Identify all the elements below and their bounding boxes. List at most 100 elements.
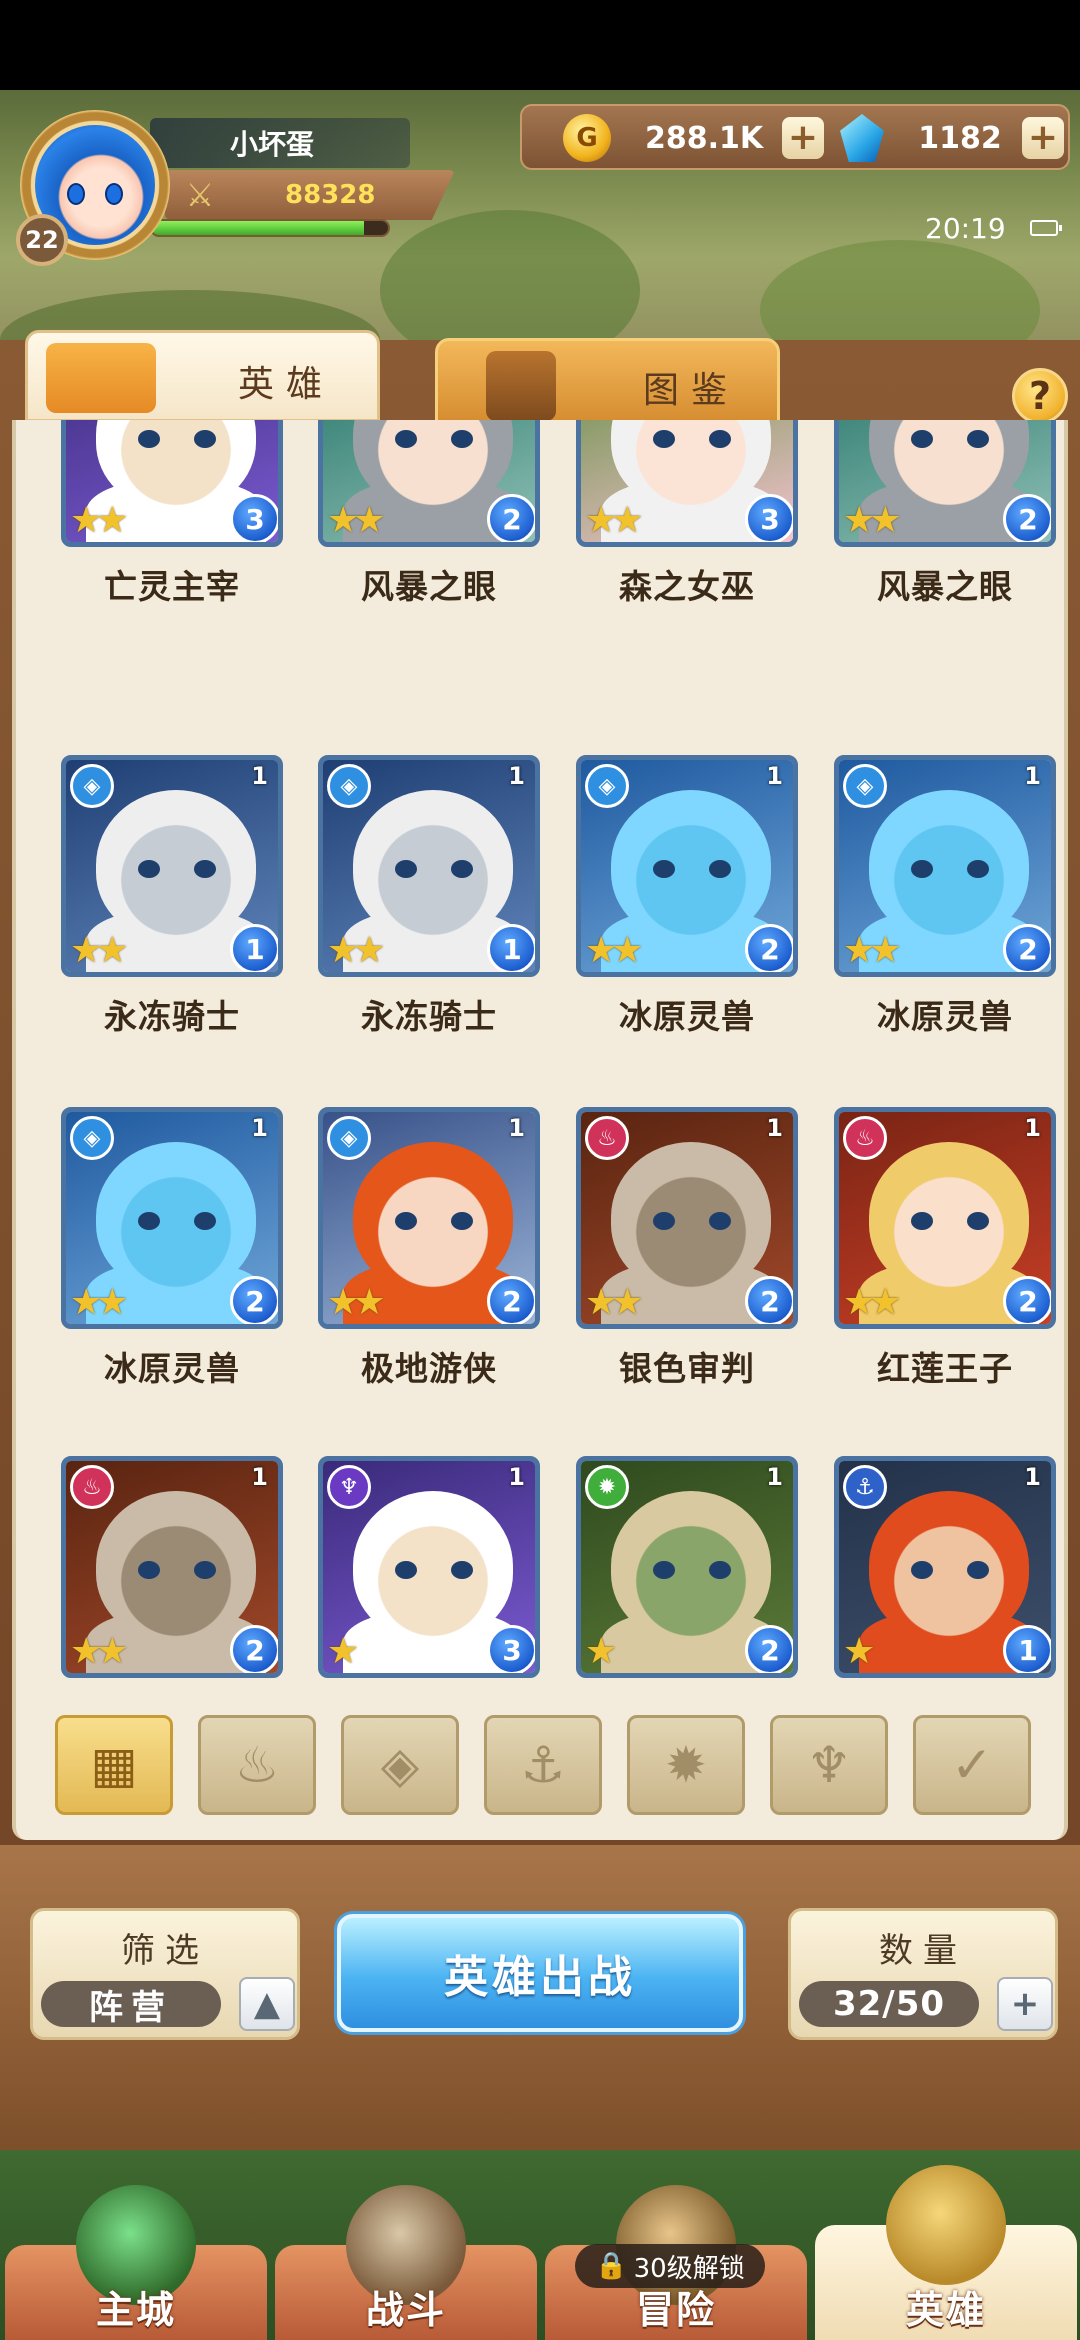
hero-name: 风暴之眼: [361, 567, 497, 606]
hero-card[interactable]: ♨ 1 ★★ 2: [61, 1456, 283, 1678]
hero-rank: 1: [1024, 1114, 1041, 1142]
hero-eye: [194, 430, 216, 448]
hero-portrait-head: [869, 790, 1029, 940]
hero-level-badge: 2: [230, 1625, 278, 1673]
hero-card[interactable]: ✹ 1 ★ 2: [576, 1456, 798, 1678]
deploy-heroes-button[interactable]: 英雄出战: [337, 1914, 743, 2032]
hero-eye: [395, 1212, 417, 1230]
hero-rank: 1: [1024, 1463, 1041, 1491]
faction-icon: ♆: [327, 1465, 371, 1509]
filter-value[interactable]: 阵营: [41, 1981, 221, 2028]
help-button[interactable]: ?: [1012, 368, 1068, 424]
hero-eye: [138, 1561, 160, 1579]
star-rating: ★★: [70, 1631, 128, 1672]
nav-label: 英雄: [905, 2288, 986, 2332]
star-rating: ★★: [327, 1282, 385, 1323]
hero-level-badge: 2: [745, 924, 793, 972]
hero-portrait-head: [869, 1142, 1029, 1292]
hero-name: 亡灵主宰: [104, 567, 240, 606]
filter-title: 筛选: [121, 1931, 209, 1971]
faction-icon: ◈: [70, 764, 114, 808]
tab-heroes[interactable]: 英雄: [25, 330, 380, 422]
battery-icon: [1030, 220, 1062, 236]
add-capacity-button[interactable]: +: [997, 1977, 1053, 2031]
add-gold-button[interactable]: +: [782, 117, 824, 159]
hero-card[interactable]: ♨ 1 ★★ 2: [834, 1107, 1056, 1329]
nav-item-heroes[interactable]: 英雄: [815, 2165, 1077, 2340]
hero-card[interactable]: ◈ 1 ★★ 2: [576, 755, 798, 977]
hero-level-badge: 3: [487, 1625, 535, 1673]
flame-faction-icon[interactable]: ♨: [198, 1715, 316, 1815]
hero-card[interactable]: ◈ 1 ★★ 2: [834, 755, 1056, 977]
hero-name: 冰原灵兽: [619, 997, 755, 1036]
player-level-badge: 22: [16, 214, 68, 266]
hero-portrait-head: [353, 790, 513, 940]
chevron-up-icon[interactable]: ▲: [239, 1977, 295, 2031]
hero-eye: [653, 860, 675, 878]
hero-eye: [911, 860, 933, 878]
ice-faction-icon[interactable]: ◈: [341, 1715, 459, 1815]
nav-item-main-city[interactable]: 主城: [5, 2185, 267, 2340]
horned-faction-icon[interactable]: ♆: [770, 1715, 888, 1815]
star-rating: ★★: [70, 500, 128, 541]
hero-level-badge: 2: [1003, 924, 1051, 972]
hero-portrait-head: [611, 790, 771, 940]
hero-eye: [451, 860, 473, 878]
clock: 20:19: [925, 211, 1006, 245]
hero-card[interactable]: ⚓ 1 ★ 1: [834, 1456, 1056, 1678]
power-value: 88328: [285, 180, 376, 210]
faction-icon: ◈: [70, 1116, 114, 1160]
faction-icon: ◈: [327, 1116, 371, 1160]
anchor-faction-icon[interactable]: ⚓: [484, 1715, 602, 1815]
hero-card[interactable]: ◈ 1 ★★ 1: [318, 755, 540, 977]
hero-level-badge: 2: [1003, 494, 1051, 542]
hero-count-value: 32/50: [799, 1981, 979, 2027]
hero-card[interactable]: ✹ 1 ★★ 3: [576, 420, 798, 547]
hero-card[interactable]: ◈ 1 ★★ 1: [61, 755, 283, 977]
hero-card[interactable]: ♨ 1 ★★ 2: [576, 1107, 798, 1329]
tab-codex[interactable]: 图鉴: [435, 338, 780, 430]
hero-eye: [138, 1212, 160, 1230]
grid-icon[interactable]: ▦: [55, 1715, 173, 1815]
status-bar: [0, 0, 1080, 90]
hero-card[interactable]: ✹ 1 ★★ 2: [318, 420, 540, 547]
gem-value: 1182: [918, 120, 1002, 156]
hero-eye: [709, 1212, 731, 1230]
hero-card[interactable]: ♆ 1 ★★ 3: [61, 420, 283, 547]
star-rating: ★★: [585, 930, 643, 971]
faction-icon: ◈: [585, 764, 629, 808]
wing-faction-icon[interactable]: ✓: [913, 1715, 1031, 1815]
hero-eye: [194, 860, 216, 878]
star-rating: ★: [327, 1631, 359, 1672]
star-rating: ★★: [327, 500, 385, 541]
hero-level-badge: 2: [487, 1276, 535, 1324]
star-rating: ★★: [327, 930, 385, 971]
nav-label: 主城: [95, 2288, 176, 2332]
add-gems-button[interactable]: +: [1022, 117, 1064, 159]
hero-eye: [451, 430, 473, 448]
hero-level-badge: 2: [230, 1276, 278, 1324]
hero-card[interactable]: ✹ 1 ★★ 2: [834, 420, 1056, 547]
hero-portrait-head: [353, 1142, 513, 1292]
hero-card[interactable]: ♆ 1 ★ 3: [318, 1456, 540, 1678]
hero-card[interactable]: ◈ 1 ★★ 2: [318, 1107, 540, 1329]
magnifier-icon: [486, 351, 556, 421]
avatar-eye: [105, 183, 123, 205]
hero-level-badge: 1: [230, 924, 278, 972]
hero-level-badge: 3: [745, 494, 793, 542]
helmet-icon: [46, 343, 156, 413]
nav-item-battle[interactable]: 战斗: [275, 2185, 537, 2340]
nav-label: 战斗: [365, 2288, 446, 2332]
hero-eye: [451, 1561, 473, 1579]
hero-rank: 1: [251, 1114, 268, 1142]
hero-level-badge: 2: [745, 1276, 793, 1324]
hero-panel: ♆ 1 ★★ 3 亡灵主宰 ✹ 1 ★★ 2 风暴之眼 ✹ 1 ★★ 3 森之女…: [12, 420, 1068, 1840]
beast-faction-icon[interactable]: ✹: [627, 1715, 745, 1815]
hero-name: 森之女巫: [619, 567, 755, 606]
hero-card[interactable]: ◈ 1 ★★ 2: [61, 1107, 283, 1329]
hero-eye: [395, 430, 417, 448]
hero-name: 红莲王子: [877, 1349, 1013, 1388]
hero-portrait-head: [353, 1491, 513, 1641]
faction-icon: ⚓: [843, 1465, 887, 1509]
lock-tag: 🔒 30级解锁: [575, 2244, 765, 2288]
